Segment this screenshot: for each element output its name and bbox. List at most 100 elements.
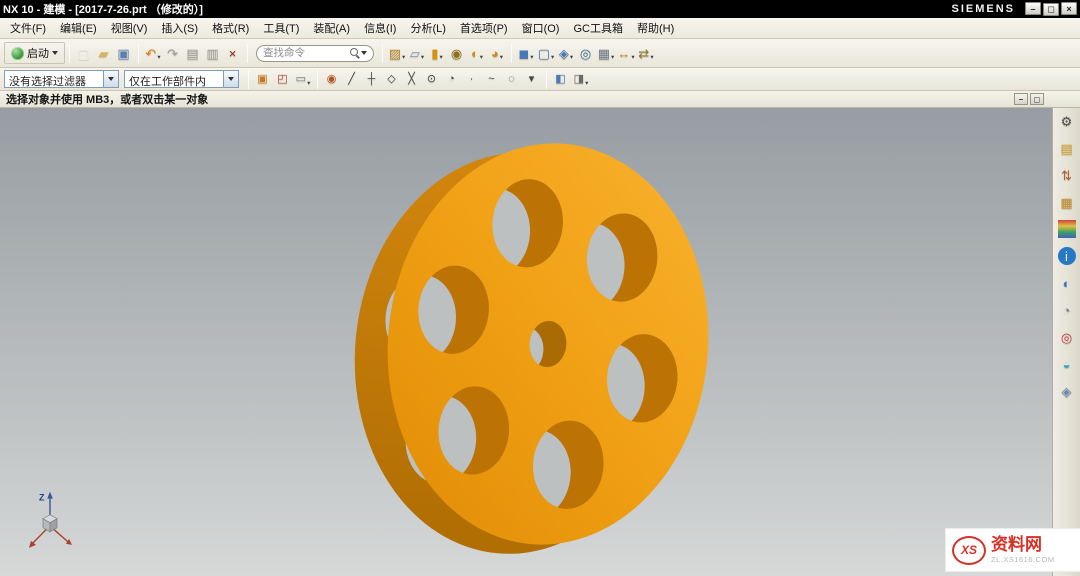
view-triad[interactable]: Z [29,491,72,548]
menu-item[interactable]: 分析(L) [403,18,452,38]
menu-item[interactable]: 窗口(O) [515,18,567,38]
process-studio-icon[interactable]: ◎ [1058,328,1076,346]
touch-mode-icon[interactable]: ◈ [1058,382,1076,400]
point-on-face-snap-icon[interactable]: ◌ [502,69,522,90]
menu-item[interactable]: 工具(T) [256,18,306,38]
measure-icon[interactable]: ↔ ▾ [616,43,636,64]
constraint-navigator-icon[interactable]: ⇅ [1058,166,1076,184]
existing-point-snap-icon[interactable]: ∙ [462,69,482,90]
endpoint-snap-icon[interactable]: ╱ [342,69,362,90]
menu-item[interactable]: 信息(I) [357,18,403,38]
pattern-icon[interactable]: ▦ ▾ [596,43,616,64]
snap-point-group: ◉ ╱ ┼ ◇ ╳ ⊙ ◔ ∙ ~ ◌ ▾ [322,69,542,90]
command-search-input[interactable] [263,47,348,59]
roles-icon[interactable]: ◒ [1058,355,1076,373]
watermark-site-name: 资料网 [991,535,1042,555]
save-icon[interactable]: ▣ [114,43,134,64]
open-file-icon[interactable]: ▰ [94,43,114,64]
start-label: 启动 [27,48,49,60]
graphics-canvas[interactable]: Z [0,108,1052,576]
region-boundary-icon[interactable]: ◰ [273,69,293,90]
paste-icon[interactable]: ▥ [203,43,223,64]
web-browser-icon[interactable]: ◐ [1058,274,1076,292]
menu-item[interactable]: 编辑(E) [53,18,104,38]
feature-icon-group: ▨ ▾ ▱ ▾ ▮ ▾ ◉ ◐ ▾ ◕ ▾ [387,43,507,64]
start-menu-button[interactable]: 启动 [4,42,65,64]
assembly-navigator-icon[interactable]: ▤ [1058,139,1076,157]
intersection-snap-icon[interactable]: ╳ [402,69,422,90]
point-on-curve-snap-icon[interactable]: ~ [482,69,502,90]
selection-toolbar: 没有选择过滤器 仅在工作部件内 ▣ ◰ ▭ ▾ ◉ ╱ ┼ ◇ ╳ ⊙ ◔ ∙ ~ ◌ ▾ ◧ ◨ ▾ [0,68,1080,91]
face-analysis-icon[interactable]: ◧ [551,69,571,90]
midpoint-snap-icon[interactable]: ┼ [362,69,382,90]
menu-item[interactable]: GC工具箱 [566,18,630,38]
graphics-viewport[interactable]: Z [0,108,1052,576]
model-solid-disc[interactable] [338,127,725,570]
menu-item[interactable]: 首选项(P) [453,18,515,38]
undo-icon[interactable]: ↶ ▾ [143,43,163,64]
hd3d-tools-icon[interactable]: i [1057,247,1076,265]
more-snap-options-icon[interactable]: ▾ [522,69,542,90]
menu-item[interactable]: 帮助(H) [630,18,681,38]
new-file-icon[interactable]: ▢ [74,43,94,64]
dropdown-arrow-icon[interactable] [223,71,238,87]
lasso-icon[interactable]: ▭ ▾ [293,69,313,90]
arc-center-snap-icon[interactable]: ⊙ [422,69,442,90]
shaded-display-icon[interactable]: ◼ ▾ [516,43,536,64]
reuse-library-icon[interactable] [1057,220,1076,238]
selection-scope-dropdown[interactable]: 仅在工作部件内 [124,70,239,88]
command-finder[interactable] [256,44,374,62]
close-button[interactable]: × [1061,2,1077,16]
part-navigator-icon[interactable]: ▦ [1058,193,1076,211]
child-minimize-button[interactable]: – [1014,93,1028,105]
chevron-down-icon [52,51,58,55]
edge-blend-icon[interactable]: ◕ ▾ [487,43,507,64]
history-icon[interactable]: ◔ [1058,301,1076,319]
menu-item[interactable]: 文件(F) [3,18,53,38]
restore-button[interactable]: ◻ [1043,2,1059,16]
menu-item[interactable]: 插入(S) [154,18,205,38]
orient-view-icon[interactable]: ◈ ▾ [556,43,576,64]
siemens-logo: SIEMENS [951,3,1015,15]
watermark-text: 资料网 ZL.XS1616.COM [991,536,1055,564]
selection-filter-dropdown[interactable]: 没有选择过滤器 [4,70,119,88]
selection-filter-value: 没有选择过滤器 [9,76,86,87]
fit-view-icon[interactable]: ◎ [576,43,596,64]
snap-point-toggle-icon[interactable]: ◉ [322,69,342,90]
hole-icon[interactable]: ◉ [447,43,467,64]
title-bar: NX 10 - 建模 - [2017-7-26.prt （修改的）] SIEME… [0,0,1080,18]
delete-icon[interactable]: × [223,43,243,64]
extrude-icon[interactable]: ▮ ▾ [427,43,447,64]
menu-item[interactable]: 装配(A) [306,18,357,38]
menu-item[interactable]: 格式(R) [205,18,256,38]
shadow-display-icon[interactable]: ◨ ▾ [571,69,591,90]
watermark-logo: XS [952,535,986,565]
triad-y-arrow-icon [66,538,72,545]
triad-y-axis [51,527,69,543]
unite-icon[interactable]: ◐ ▾ [467,43,487,64]
gear-icon[interactable]: ⚙ [1058,112,1076,130]
datum-plane-icon[interactable]: ▱ ▾ [407,43,427,64]
copy-icon[interactable]: ▤ [183,43,203,64]
minimize-button[interactable]: – [1025,2,1041,16]
dropdown-arrow-icon[interactable] [103,71,118,87]
triad-x-axis [31,527,49,545]
edit-icon-group: ↶ ▾ ↷ ▤ ▥ × [143,43,243,64]
toolbar-separator [546,69,547,89]
triad-z-arrow-icon [47,491,53,499]
resource-bar: ⚙ ▤ ⇅ ▦ i ◐ ◔ ◎ ◒ ◈ [1052,108,1080,576]
selection-scope-value: 仅在工作部件内 [129,76,206,87]
toolbar-separator [247,43,248,63]
menu-item[interactable]: 视图(V) [104,18,155,38]
redo-icon[interactable]: ↷ [163,43,183,64]
main-toolbar: 启动 ▢▰▣ ↶▾↷▤▥× ▨▾▱▾▮▾◉◐▾◕▾ ◼▾▢▾◈▾◎▦▾↔▾⇄▾ [0,39,1080,68]
chevron-down-icon [361,51,367,55]
child-restore-button[interactable]: ◻ [1030,93,1044,105]
wireframe-display-icon[interactable]: ▢ ▾ [536,43,556,64]
quadrant-snap-icon[interactable]: ◔ [442,69,462,90]
highlight-selection-icon[interactable]: ▣ [253,69,273,90]
sync-modeling-icon[interactable]: ⇄ ▾ [636,43,656,64]
control-point-snap-icon[interactable]: ◇ [382,69,402,90]
file-icon-group: ▢ ▰ ▣ [74,43,134,64]
sketch-icon[interactable]: ▨ ▾ [387,43,407,64]
